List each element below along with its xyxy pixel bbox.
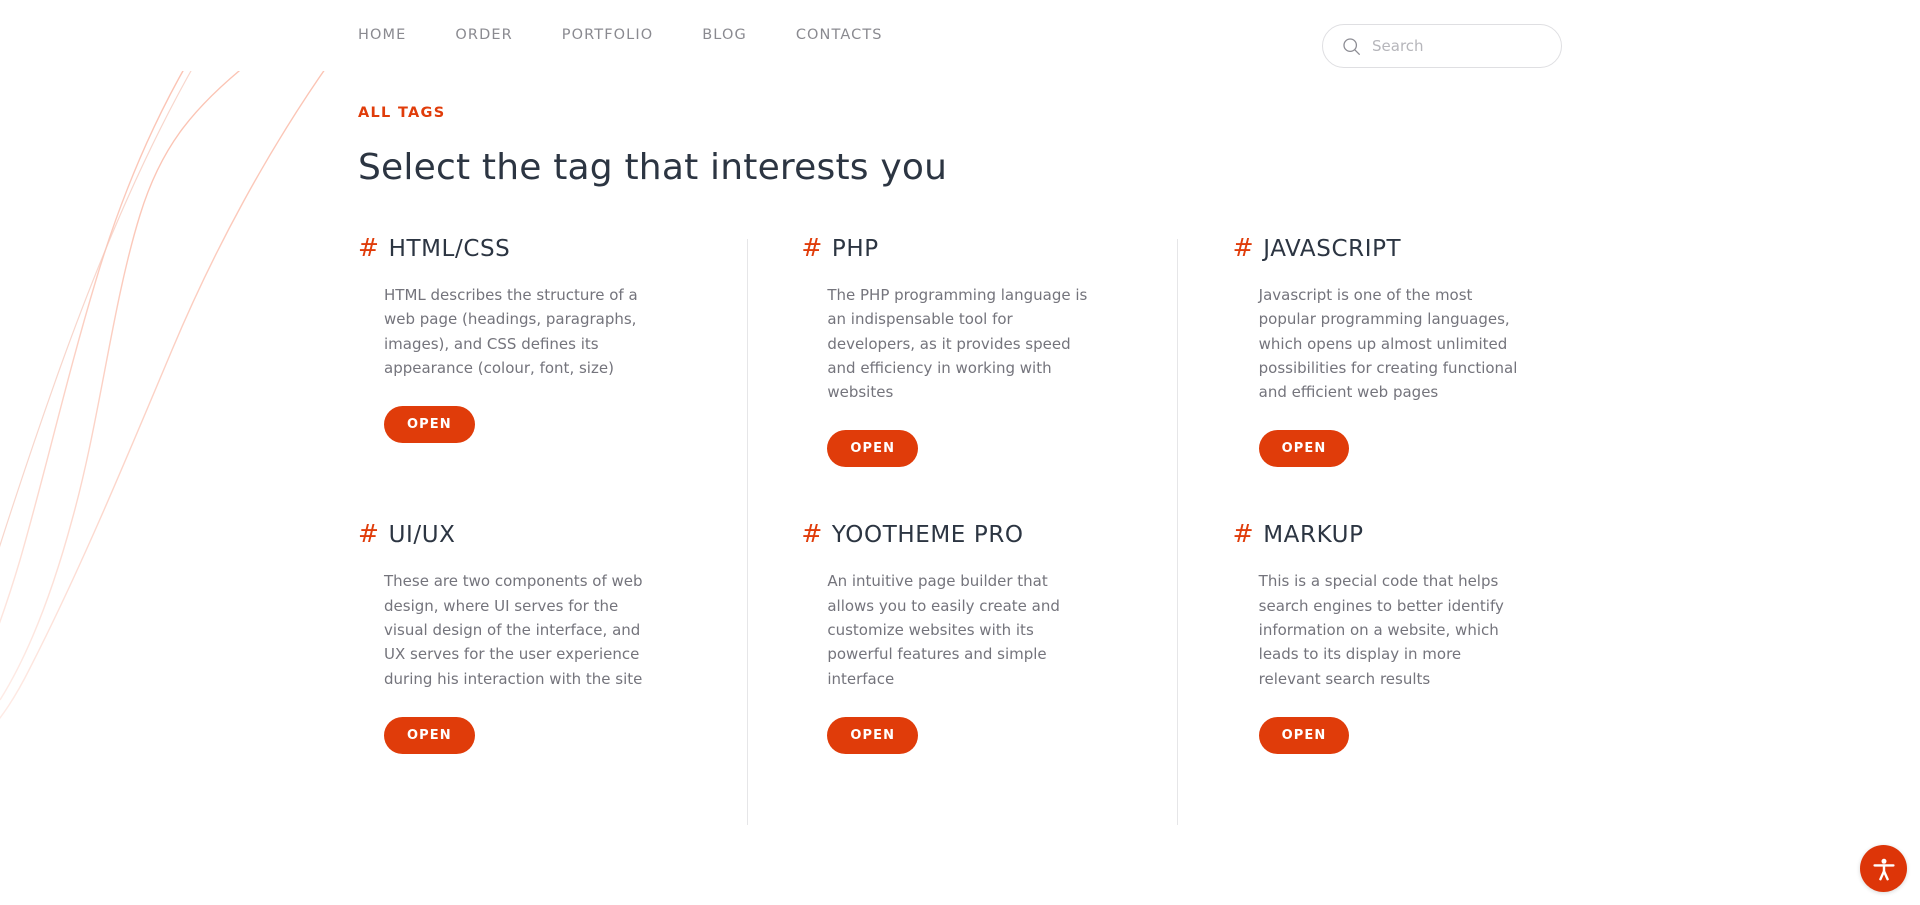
- tag-description: The PHP programming language is an indis…: [827, 286, 1088, 402]
- open-button[interactable]: OPEN: [1258, 430, 1350, 468]
- search-icon: [1341, 36, 1361, 56]
- open-button[interactable]: OPEN: [384, 406, 475, 444]
- tag-description: Javascript is one of the most popular pr…: [1258, 286, 1518, 402]
- tag-description: HTML describes the structure of a web pa…: [384, 286, 638, 377]
- tag-card-php: # PHP The PHP programming language is an…: [759, 233, 1160, 468]
- nav-item-contacts[interactable]: CONTACTS: [796, 27, 883, 43]
- open-button[interactable]: OPEN: [384, 716, 475, 754]
- tag-title-text: MARKUP: [1263, 522, 1364, 549]
- accessibility-widget-button[interactable]: [1860, 845, 1907, 892]
- hash-icon: #: [1232, 233, 1255, 262]
- tag-title-text: UI/UX: [388, 522, 456, 549]
- tag-title: # MARKUP: [1233, 519, 1526, 548]
- tag-title-text: PHP: [831, 236, 879, 262]
- tag-grid: # HTML/CSS HTML describes the structure …: [358, 233, 1562, 825]
- nav-item-order[interactable]: ORDER: [455, 27, 512, 43]
- open-button[interactable]: OPEN: [827, 716, 919, 754]
- nav-item-portfolio[interactable]: PORTFOLIO: [562, 27, 653, 43]
- tag-card-ui-ux: # UI/UX These are two components of web …: [358, 467, 759, 754]
- tag-title-text: JAVASCRIPT: [1263, 236, 1402, 262]
- tag-title: # HTML/CSS: [358, 233, 723, 262]
- tag-title: # YOOTHEME PRO: [801, 519, 1124, 548]
- tag-title: # UI/UX: [358, 519, 723, 548]
- hash-icon: #: [801, 519, 823, 549]
- hash-icon: #: [801, 233, 823, 262]
- tag-card-javascript: # JAVASCRIPT Javascript is one of the mo…: [1161, 233, 1562, 468]
- main-content: ALL TAGS Select the tag that interests y…: [358, 71, 1562, 825]
- tag-card-markup: # MARKUP This is a special code that hel…: [1161, 467, 1562, 754]
- search-box[interactable]: [1322, 24, 1562, 68]
- tag-description: An intuitive page builder that allows yo…: [827, 572, 1060, 688]
- tag-title-text: YOOTHEME PRO: [831, 522, 1024, 549]
- main-navigation: HOME ORDER PORTFOLIO BLOG CONTACTS: [358, 27, 883, 43]
- tag-title: # PHP: [801, 233, 1124, 262]
- page-eyebrow: ALL TAGS: [358, 105, 446, 121]
- tag-card-yootheme-pro: # YOOTHEME PRO An intuitive page builder…: [759, 467, 1160, 754]
- nav-item-home[interactable]: HOME: [358, 27, 406, 43]
- page-title: Select the tag that interests you: [358, 147, 948, 188]
- tag-description: This is a special code that helps search…: [1258, 572, 1504, 688]
- open-button[interactable]: OPEN: [1258, 716, 1350, 754]
- nav-item-blog[interactable]: BLOG: [702, 27, 747, 43]
- accessibility-person-icon: [1872, 858, 1895, 880]
- search-input[interactable]: [1372, 25, 1543, 67]
- site-header: HOME ORDER PORTFOLIO BLOG CONTACTS: [0, 0, 1920, 71]
- hash-icon: #: [358, 233, 380, 262]
- open-button[interactable]: OPEN: [827, 430, 919, 468]
- tag-description: These are two components of web design, …: [384, 572, 643, 688]
- tag-title: # JAVASCRIPT: [1233, 233, 1526, 262]
- hash-icon: #: [358, 519, 380, 549]
- hash-icon: #: [1232, 519, 1255, 549]
- tag-title-text: HTML/CSS: [388, 236, 511, 262]
- tag-card-html-css: # HTML/CSS HTML describes the structure …: [358, 233, 759, 467]
